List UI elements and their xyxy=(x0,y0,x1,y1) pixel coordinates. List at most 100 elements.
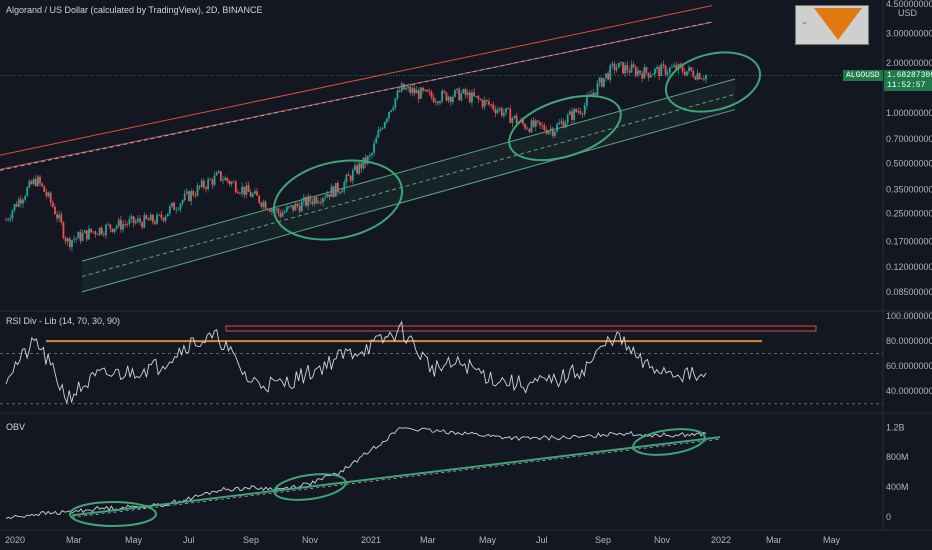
candle-body xyxy=(622,62,624,74)
candle-body xyxy=(177,209,180,211)
candle-body xyxy=(43,185,46,192)
candle-body xyxy=(624,65,627,74)
candle-body xyxy=(122,223,124,230)
candle-body xyxy=(375,137,378,144)
candle-body xyxy=(171,202,173,207)
candle-body xyxy=(134,221,137,224)
watermark-logo: ~ xyxy=(795,5,869,45)
candle-body xyxy=(94,231,97,235)
candle-body xyxy=(245,185,248,195)
candle-body xyxy=(22,199,24,204)
price-tick-label: 0.17000000 xyxy=(886,237,932,247)
candle-body xyxy=(507,108,510,109)
candle-body xyxy=(373,143,375,153)
rsi-tick-label: 100.00000000 xyxy=(886,311,932,321)
currency-label: USD xyxy=(898,8,918,18)
candle-body xyxy=(543,125,546,130)
candle-body xyxy=(549,128,552,131)
price-tick-label: 0.08500000 xyxy=(886,287,932,297)
candle-body xyxy=(479,99,482,101)
obv-tick-label: 400M xyxy=(886,482,909,492)
candle-body xyxy=(226,177,229,181)
candle-body xyxy=(358,163,361,174)
price-tick-label: 2.00000000 xyxy=(886,58,932,68)
candle-body xyxy=(247,185,250,193)
candle-body xyxy=(605,73,607,79)
candle-body xyxy=(109,224,112,229)
candle-body xyxy=(75,238,78,240)
candle-body xyxy=(26,187,29,197)
candle-body xyxy=(619,62,622,64)
candle-body xyxy=(66,238,69,242)
candle-body xyxy=(205,187,207,189)
candle-body xyxy=(668,67,671,73)
candle-body xyxy=(664,65,667,75)
candle-body xyxy=(139,218,141,223)
candle-body xyxy=(700,78,703,80)
candle-body xyxy=(439,101,441,104)
candle-body xyxy=(58,214,61,219)
candle-body xyxy=(45,191,48,196)
candle-body xyxy=(13,204,16,211)
candle-body xyxy=(296,203,299,206)
candle-body xyxy=(502,112,505,116)
candle-body xyxy=(319,202,322,203)
candle-body xyxy=(630,64,633,73)
candle-body xyxy=(68,238,71,248)
candle-body xyxy=(575,109,578,113)
candle-body xyxy=(702,78,705,80)
candle-body xyxy=(428,91,431,93)
candle-body xyxy=(475,96,478,97)
candle-body xyxy=(637,70,639,76)
candle-body xyxy=(577,111,580,113)
candle-body xyxy=(394,98,397,108)
candle-body xyxy=(341,191,344,193)
candle-body xyxy=(175,209,178,211)
rsi-title: RSI Div - Lib (14, 70, 30, 90) xyxy=(6,316,120,326)
candle-body xyxy=(222,180,224,181)
candle-body xyxy=(283,211,286,213)
candle-body xyxy=(254,191,256,194)
candle-body xyxy=(32,178,35,185)
candle-body xyxy=(430,91,433,98)
candle-body xyxy=(60,214,63,223)
candle-body xyxy=(462,89,465,94)
candle-body xyxy=(405,88,407,90)
candle-body xyxy=(498,108,501,110)
candle-body xyxy=(509,108,512,123)
candle-body xyxy=(685,71,688,76)
candle-body xyxy=(662,64,665,66)
candle-body xyxy=(196,185,199,196)
candle-body xyxy=(609,65,612,80)
countdown-badge: 11:52:57 xyxy=(884,80,932,91)
candle-body xyxy=(154,221,156,224)
candle-body xyxy=(119,219,122,230)
candle-body xyxy=(62,222,65,238)
price-tick-label: 0.70000000 xyxy=(886,134,932,144)
chart-canvas[interactable]: 4.500000003.000000002.000000001.50000000… xyxy=(0,0,932,550)
candle-body xyxy=(217,171,220,173)
candle-body xyxy=(613,63,616,71)
candle-body xyxy=(571,111,573,121)
candle-body xyxy=(705,75,707,80)
logo-triangle-icon xyxy=(814,8,862,40)
candle-body xyxy=(634,67,637,76)
price-tick-label: 1.00000000 xyxy=(886,108,932,118)
candle-body xyxy=(513,115,516,118)
candle-body xyxy=(73,239,75,241)
candle-body xyxy=(107,224,110,226)
candle-body xyxy=(368,155,371,157)
candle-body xyxy=(434,101,437,103)
candle-body xyxy=(190,191,193,202)
candle-body xyxy=(47,192,50,196)
candle-body xyxy=(130,216,133,220)
time-tick-label: Jul xyxy=(183,535,195,545)
candle-body xyxy=(388,111,390,119)
candle-body xyxy=(256,191,258,196)
candle-body xyxy=(400,83,403,92)
candle-body xyxy=(385,118,388,123)
candle-body xyxy=(34,178,37,186)
symbol-badge: ALGOUSD xyxy=(843,70,883,81)
candle-body xyxy=(551,128,554,136)
candle-body xyxy=(392,107,395,111)
